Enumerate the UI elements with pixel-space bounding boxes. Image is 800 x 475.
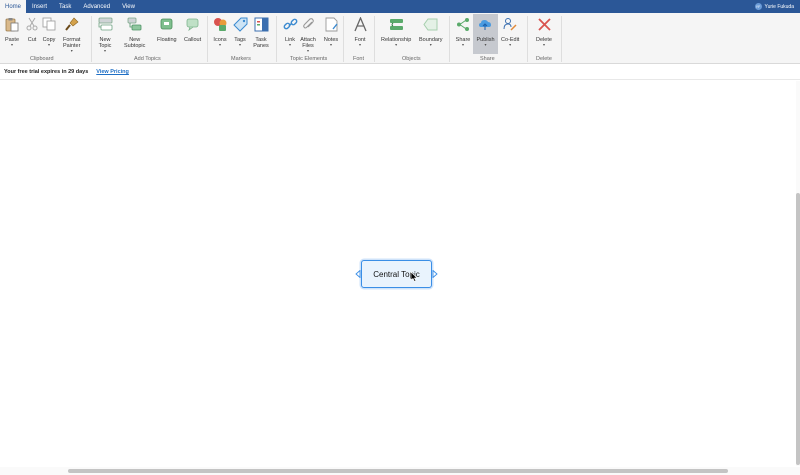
- paste-button[interactable]: Paste ▾: [4, 16, 20, 47]
- link-icon: [282, 16, 298, 32]
- notes-button[interactable]: Notes ▾: [323, 16, 339, 47]
- cut-button[interactable]: Cut: [24, 16, 40, 43]
- chevron-down-icon: ▾: [358, 42, 361, 47]
- chevron-down-icon: ▾: [542, 42, 545, 47]
- chevron-down-icon: ▾: [429, 42, 432, 47]
- user-name: Yurie Fukuda: [764, 3, 794, 10]
- link-button[interactable]: Link ▾: [282, 16, 298, 47]
- chevron-down-icon: ▾: [70, 48, 73, 53]
- ribbon: Paste ▾ Cut Copy ▾ Format Painter ▾ Clip…: [0, 13, 800, 64]
- floating-topic-button[interactable]: Floating: [157, 16, 177, 43]
- group-label-share: Share: [480, 56, 495, 62]
- chevron-down-icon: ▾: [461, 42, 464, 47]
- attach-icon: [300, 16, 316, 32]
- relationship-icon: [388, 16, 404, 32]
- divider: [207, 16, 208, 62]
- view-pricing-link[interactable]: View Pricing: [96, 69, 129, 75]
- cut-icon: [24, 16, 40, 32]
- group-label-topic-elements: Topic Elements: [290, 56, 328, 62]
- divider: [91, 16, 92, 62]
- chevron-down-icon: ▾: [509, 42, 512, 47]
- icons-button[interactable]: Icons ▾: [212, 16, 228, 47]
- new-subtopic-button[interactable]: New Subtopic: [124, 16, 145, 49]
- group-label-markers: Markers: [231, 56, 251, 62]
- divider: [527, 16, 528, 62]
- delete-button[interactable]: Delete ▾: [536, 16, 552, 47]
- avatar: YF: [754, 3, 762, 10]
- format-painter-button[interactable]: Format Painter ▾: [63, 16, 80, 53]
- user-account[interactable]: YF Yurie Fukuda: [754, 0, 794, 13]
- divider: [276, 16, 277, 62]
- tab-view[interactable]: View: [116, 0, 141, 13]
- trial-message: Your free trial expires in 29 days: [4, 69, 89, 75]
- group-label-delete: Delete: [536, 56, 552, 62]
- font-button[interactable]: Font ▾: [352, 16, 368, 47]
- chevron-down-icon: ▾: [103, 48, 106, 53]
- mouse-cursor-icon: [410, 271, 418, 282]
- right-expand-handle-icon[interactable]: [432, 270, 438, 278]
- tab-advanced[interactable]: Advanced: [77, 0, 116, 13]
- chevron-down-icon: ▾: [329, 42, 332, 47]
- tab-insert[interactable]: Insert: [26, 0, 53, 13]
- chevron-down-icon: ▾: [395, 42, 398, 47]
- group-label-objects: Objects: [402, 56, 421, 62]
- group-label-font: Font: [353, 56, 365, 62]
- vertical-scrollbar-thumb[interactable]: [796, 193, 800, 465]
- notes-icon: [323, 16, 339, 32]
- divider: [343, 16, 344, 62]
- floating-icon: [159, 16, 175, 32]
- copy-button[interactable]: Copy ▾: [41, 16, 57, 47]
- share-icon: [455, 16, 471, 32]
- new-topic-button[interactable]: New Topic ▾: [97, 16, 113, 53]
- ribbon-tab-bar: Home Insert Task Advanced View YF Yurie …: [0, 0, 800, 13]
- new-topic-icon: [97, 16, 113, 32]
- divider: [561, 16, 562, 62]
- chevron-down-icon: ▾: [288, 42, 291, 47]
- publish-button[interactable]: Publish ▾: [473, 14, 498, 54]
- copy-icon: [41, 16, 57, 32]
- paste-icon: [4, 16, 20, 32]
- delete-icon: [536, 16, 552, 32]
- horizontal-scrollbar-thumb[interactable]: [68, 469, 728, 473]
- divider: [374, 16, 375, 62]
- boundary-icon: [423, 16, 439, 32]
- chevron-down-icon: ▾: [218, 42, 221, 47]
- new-subtopic-icon: [127, 16, 143, 32]
- relationship-button[interactable]: Relationship ▾: [381, 16, 411, 47]
- share-button[interactable]: Share ▾: [455, 16, 471, 47]
- group-label-add-topics: Add Topics: [134, 56, 161, 62]
- icons-icon: [212, 16, 228, 32]
- group-label-clipboard: Clipboard: [30, 56, 54, 62]
- divider: [449, 16, 450, 62]
- tab-task[interactable]: Task: [53, 0, 77, 13]
- co-edit-button[interactable]: Co-Edit ▾: [501, 16, 519, 47]
- callout-icon: [185, 16, 201, 32]
- chevron-down-icon: ▾: [238, 42, 241, 47]
- chevron-down-icon: ▾: [484, 42, 487, 47]
- callout-button[interactable]: Callout: [184, 16, 201, 43]
- task-panes-button[interactable]: Task Panes: [253, 16, 269, 49]
- chevron-down-icon: ▾: [10, 42, 13, 47]
- publish-icon: [478, 16, 494, 32]
- boundary-button[interactable]: Boundary ▾: [419, 16, 443, 47]
- format-painter-icon: [64, 16, 80, 32]
- left-expand-handle-icon[interactable]: [355, 270, 361, 278]
- tags-button[interactable]: Tags ▾: [232, 16, 248, 47]
- trial-banner: Your free trial expires in 29 days View …: [0, 65, 800, 80]
- co-edit-icon: [502, 16, 518, 32]
- tab-home[interactable]: Home: [0, 0, 27, 13]
- central-topic[interactable]: Central Topic: [361, 260, 432, 288]
- attach-files-button[interactable]: Attach Files ▾: [300, 16, 316, 53]
- tags-icon: [232, 16, 248, 32]
- chevron-down-icon: ▾: [306, 48, 309, 53]
- task-panes-icon: [253, 16, 269, 32]
- font-icon: [352, 16, 368, 32]
- chevron-down-icon: ▾: [47, 42, 50, 47]
